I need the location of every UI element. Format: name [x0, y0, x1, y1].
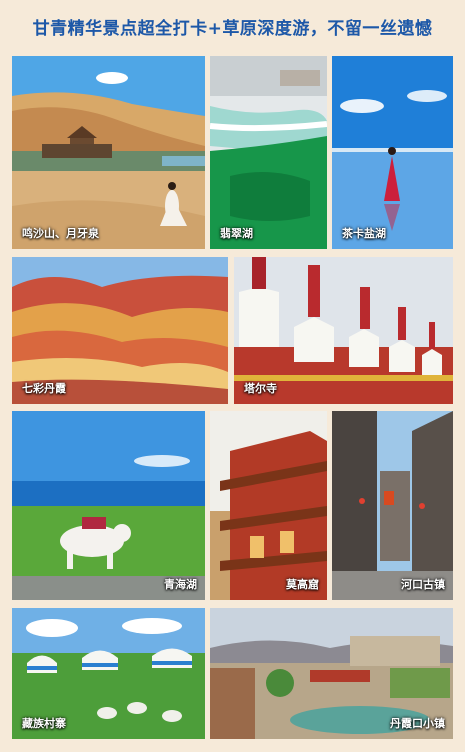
photo-mogao-grottoes: 莫高窟 — [210, 411, 327, 600]
tile-label-hekou: 河口古镇 — [401, 578, 445, 591]
salt-lake-scene — [332, 56, 453, 249]
tile-label-taer: 塔尔寺 — [244, 382, 277, 395]
photo-tibetan-village: 藏族村寨 — [12, 608, 205, 739]
tile-label-danxiakou: 丹霞口小镇 — [390, 717, 445, 730]
tile-label-mogao: 莫高窟 — [286, 578, 319, 591]
ancient-street-scene — [332, 411, 453, 600]
mogao-pagoda-scene — [210, 411, 327, 600]
photo-danxiakou-town: 丹霞口小镇 — [210, 608, 453, 739]
photo-qinghai-lake: 青海湖 — [12, 411, 205, 600]
tile-label-chaka: 茶卡盐湖 — [342, 227, 386, 240]
photo-taer-temple: 塔尔寺 — [234, 257, 453, 404]
tile-label-zangzu: 藏族村寨 — [22, 717, 66, 730]
qinghai-lake-scene — [12, 411, 205, 600]
desert-scene — [12, 56, 205, 249]
photo-hekou-ancient-town: 河口古镇 — [332, 411, 453, 600]
tile-label-danxia: 七彩丹霞 — [22, 382, 66, 395]
photo-chaka-salt-lake: 茶卡盐湖 — [332, 56, 453, 249]
tile-label-qinghai: 青海湖 — [164, 578, 197, 591]
photo-mingsha-yueya: 鸣沙山、月牙泉 — [12, 56, 205, 249]
photo-qicai-danxia: 七彩丹霞 — [12, 257, 228, 404]
tile-label-feicui: 翡翠湖 — [220, 227, 253, 240]
photo-feicui-lake: 翡翠湖 — [210, 56, 327, 249]
page-title: 甘青精华景点超全打卡+草原深度游，不留一丝遗憾 — [32, 19, 433, 39]
tile-label-mingsha: 鸣沙山、月牙泉 — [22, 227, 99, 240]
jade-lake-scene — [210, 56, 327, 249]
